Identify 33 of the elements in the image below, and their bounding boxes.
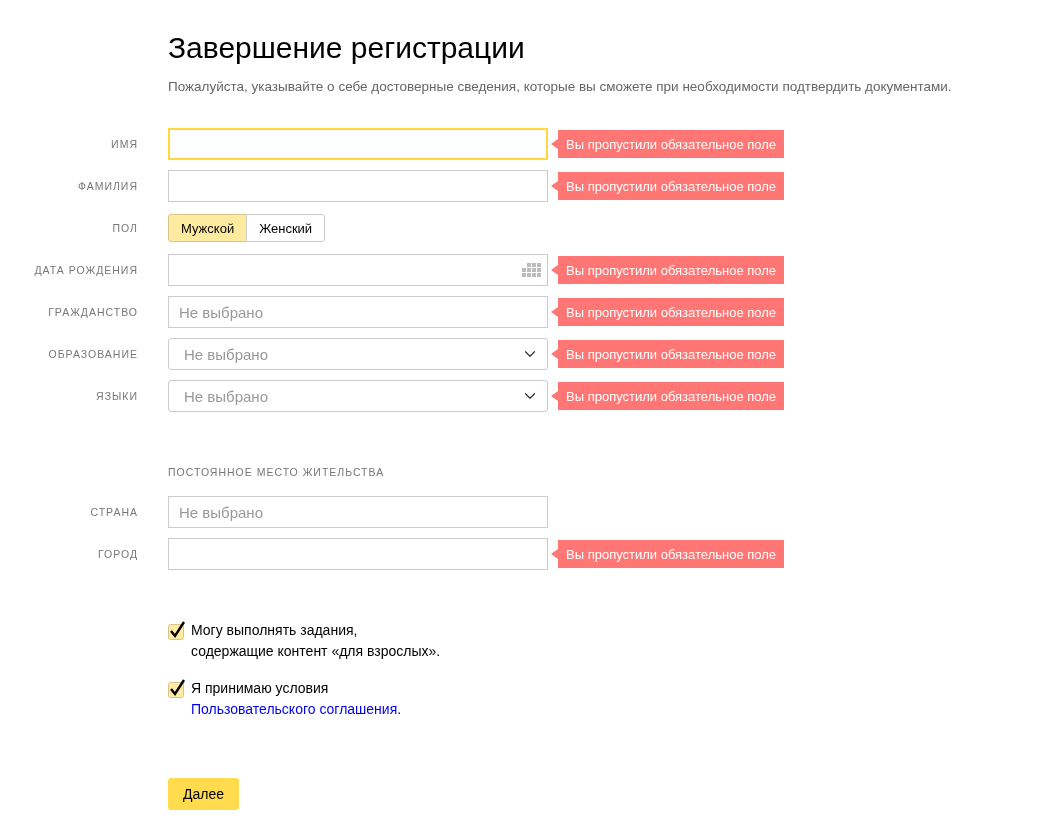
field-label: ОБРАЗОВАНИЕ <box>48 348 138 360</box>
error-tooltip: Вы пропустили обязательное поле <box>551 298 785 326</box>
gender-option[interactable]: Мужской <box>168 214 248 242</box>
checkbox-label: Я принимаю условия Пользовательского соглашения. <box>191 679 403 719</box>
error-tooltip: Вы пропустили обязательное поле <box>551 340 785 368</box>
input-field[interactable] <box>168 170 548 202</box>
calendar-icon[interactable] <box>522 263 541 277</box>
input-field[interactable] <box>168 128 548 160</box>
field-label: ЯЗЫКИ <box>96 390 138 402</box>
section-heading: ПОСТОЯННОЕ МЕСТО ЖИТЕЛЬСТВА <box>167 466 386 478</box>
date-field[interactable] <box>168 254 548 286</box>
input-field[interactable]: Не выбрано <box>168 496 548 528</box>
field-label: ГОРОД <box>97 548 138 560</box>
input-field[interactable] <box>168 538 548 570</box>
gender-option[interactable]: Женский <box>246 214 326 242</box>
checkbox[interactable] <box>168 620 188 640</box>
field-label: СТРАНА <box>90 506 138 518</box>
error-tooltip: Вы пропустили обязательное поле <box>551 172 785 200</box>
field-label: ГРАЖДАНСТВО <box>48 306 138 318</box>
checkbox-label: Могу выполнять задания, содержащие контент «для взрослых». <box>191 621 442 661</box>
page-title: Завершение регистрации <box>168 30 526 66</box>
error-tooltip: Вы пропустили обязательное поле <box>551 382 785 410</box>
field-label: ФАМИЛИЯ <box>77 180 138 192</box>
error-tooltip: Вы пропустили обязательное поле <box>551 540 785 568</box>
field-label: ДАТА РОЖДЕНИЯ <box>34 264 138 276</box>
input-field[interactable]: Не выбрано <box>168 296 548 328</box>
page-subtitle: Пожалуйста, указывайте о себе достоверные сведения, которые вы сможете при необходимости подтвердить документами. <box>168 78 953 96</box>
next-button[interactable]: Далее <box>168 778 239 810</box>
field-label: ИМЯ <box>111 138 138 150</box>
error-tooltip: Вы пропустили обязательное поле <box>551 256 785 284</box>
checkbox[interactable] <box>168 678 188 698</box>
field-label: ПОЛ <box>112 222 138 234</box>
error-tooltip: Вы пропустили обязательное поле <box>551 130 785 158</box>
